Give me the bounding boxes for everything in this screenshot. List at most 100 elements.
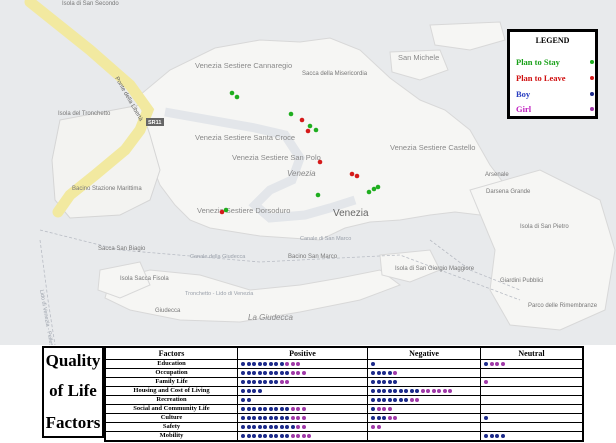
boy-dot (285, 434, 289, 438)
boy-dot (274, 425, 278, 429)
map-label: Venezia (333, 208, 369, 219)
negative-cell (367, 404, 481, 414)
factor-label: Social and Community Life (104, 404, 238, 414)
map-label: Giardini Pubblici (500, 278, 543, 284)
boy-dot (263, 371, 267, 375)
boy-dot (241, 398, 245, 402)
boy-dot (279, 407, 284, 411)
girl-dot (376, 425, 381, 429)
girl-dot (290, 434, 295, 438)
factor-label: Mobility (104, 431, 238, 442)
girl-dot (301, 407, 306, 411)
boy-dot (371, 362, 375, 366)
qol-line3: Factors (45, 413, 101, 432)
boy-dot (387, 371, 392, 375)
boy-dot (274, 416, 278, 420)
girl-dot (387, 416, 392, 420)
map-label: Giudecca (155, 308, 181, 314)
boy-dot (263, 407, 267, 411)
boy-dot (268, 362, 273, 366)
map-label: Bacino Stazione Marittima (72, 186, 142, 192)
map-label: Arsenale (485, 172, 509, 178)
plan-to-stay-marker (366, 189, 372, 195)
boy-dot (252, 389, 256, 393)
positive-cell (237, 422, 368, 432)
legend-title: LEGEND (535, 36, 570, 45)
plan-to-stay-marker (313, 127, 319, 133)
girl-dot (301, 425, 306, 429)
girl-dot (393, 371, 397, 375)
stay-dot-icon (590, 60, 594, 64)
map-label: Venezia Sestiere Santa Croce (195, 133, 295, 142)
boy-dot (382, 416, 386, 420)
negative-cell (367, 386, 481, 396)
boy-dot (268, 416, 273, 420)
boy-dot (246, 362, 251, 366)
factor-label: Education (104, 359, 238, 369)
girl-dot (442, 389, 447, 393)
plan-to-stay-marker (234, 94, 240, 100)
map-legend: LEGEND Plan to Stay Plan to Leave Boy Gi… (507, 29, 598, 119)
neutral-cell (480, 422, 584, 432)
neutral-cell (480, 404, 584, 414)
table-row: Social and Community Life (104, 404, 584, 414)
map-label: Isola di San Giorgio Maggiore (395, 266, 475, 272)
boy-dot (387, 389, 392, 393)
boy-dot (274, 362, 278, 366)
boy-dot (382, 380, 386, 384)
map-label: Venezia Sestiere Castello (390, 143, 475, 152)
plan-to-stay-marker (223, 207, 229, 213)
plan-to-leave-marker (317, 159, 323, 165)
boy-dot (246, 416, 251, 420)
boy-dot (484, 362, 488, 366)
header-neutral: Neutral (480, 346, 584, 360)
map-label: Parco delle Rimembranze (528, 303, 598, 309)
boy-dot (285, 407, 289, 411)
table-header-row: Factors Positive Negative Neutral (104, 346, 584, 360)
table-row: Recreation (104, 395, 584, 405)
boy-dot (268, 407, 273, 411)
girl-dot (290, 416, 295, 420)
boy-dot (382, 389, 386, 393)
boy-dot (268, 380, 273, 384)
boy-dot (263, 416, 267, 420)
plan-to-stay-marker (371, 186, 377, 192)
factor-label: Recreation (104, 395, 238, 405)
boy-dot (246, 380, 251, 384)
boy-dot (371, 371, 375, 375)
boy-dot (252, 416, 256, 420)
table-row: Mobility (104, 431, 584, 442)
boy-dot (404, 398, 408, 402)
boy-dot (279, 362, 284, 366)
boy-dot (274, 407, 278, 411)
boy-dot (257, 371, 262, 375)
boy-dot (484, 416, 488, 420)
boy-dot (409, 389, 414, 393)
boy-dot (263, 434, 267, 438)
negative-cell (367, 368, 481, 378)
factor-label: Culture (104, 413, 238, 423)
boy-dot (279, 416, 284, 420)
table-row: Occupation (104, 368, 584, 378)
boy-dot (285, 416, 289, 420)
leave-dot-icon (590, 76, 594, 80)
boy-dot (268, 434, 273, 438)
negative-cell (367, 395, 481, 405)
girl-dot (290, 362, 295, 366)
neutral-cell (480, 413, 584, 423)
boy-dot (252, 371, 256, 375)
positive-cell (237, 359, 368, 369)
negative-cell (367, 422, 481, 432)
boy-dot (415, 389, 419, 393)
boy-dot (376, 398, 381, 402)
boy-dot (252, 380, 256, 384)
plan-to-stay-marker (315, 192, 321, 198)
girl-dot (296, 425, 300, 429)
table-row: Education (104, 359, 584, 369)
boy-dot (382, 398, 386, 402)
map-label: Isola del Tronchetto (58, 111, 111, 117)
girl-dot (279, 380, 284, 384)
factor-label: Family Life (104, 377, 238, 387)
girl-dot (484, 380, 488, 384)
map-label: Canale della Giudecca (190, 254, 246, 260)
